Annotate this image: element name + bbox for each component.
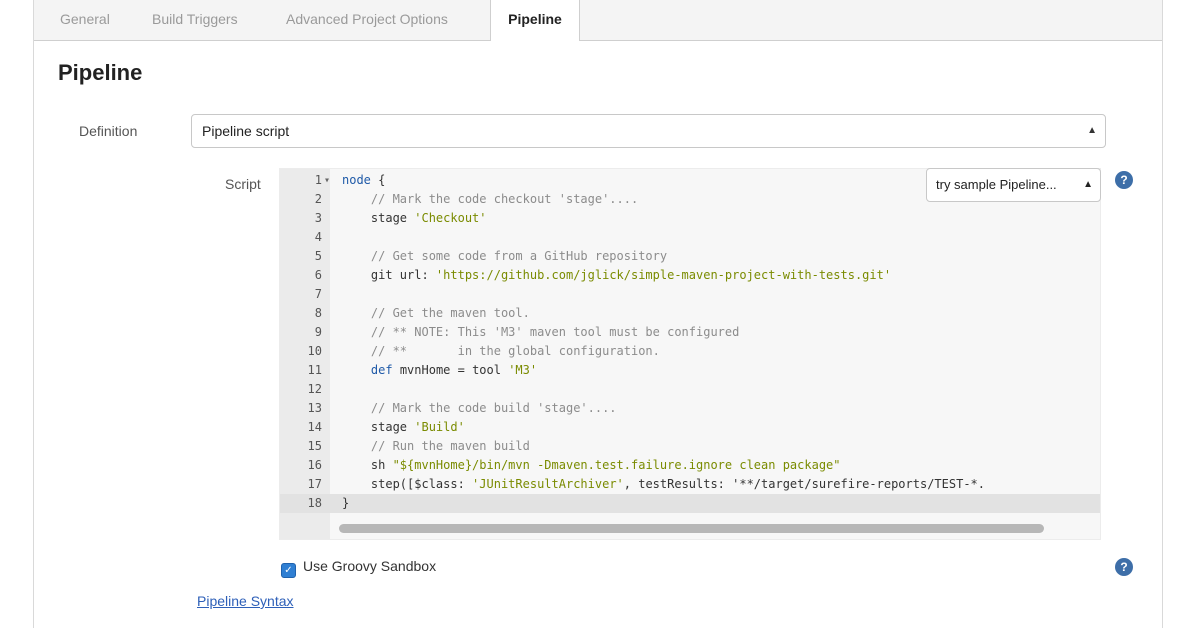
line-number: 4	[314, 230, 322, 244]
code-line[interactable]: 8 // Get the maven tool.	[280, 304, 1100, 323]
use-groovy-sandbox-label: Use Groovy Sandbox	[303, 558, 437, 574]
try-sample-pipeline-select[interactable]: try sample Pipeline... ▲	[926, 168, 1101, 202]
line-number: 16	[307, 458, 322, 472]
code-line[interactable]: 14 stage 'Build'	[280, 418, 1100, 437]
section-title: Pipeline	[58, 60, 143, 85]
line-number: 1	[314, 173, 322, 187]
code-line[interactable]: 5 // Get some code from a GitHub reposit…	[280, 247, 1100, 266]
line-number: 8	[314, 306, 322, 320]
code-text: // Mark the code build 'stage'....	[342, 401, 617, 415]
line-number: 12	[307, 382, 322, 396]
code-line[interactable]: 6 git url: 'https://github.com/jglick/si…	[280, 266, 1100, 285]
fold-arrow-icon[interactable]: ▾	[324, 171, 330, 190]
select-arrows-icon: ▲	[1087, 125, 1097, 136]
code-line[interactable]: 16 sh "${mvnHome}/bin/mvn -Dmaven.test.f…	[280, 456, 1100, 475]
tab-general[interactable]: General	[60, 0, 110, 40]
code-text: // Run the maven build	[342, 439, 530, 453]
code-line[interactable]: 12	[280, 380, 1100, 399]
pipeline-config-panel: General Build Triggers Advanced Project …	[33, 0, 1163, 628]
code-text: stage 'Build'	[342, 420, 465, 434]
code-line[interactable]: 18}	[280, 494, 1100, 513]
line-number: 14	[307, 420, 322, 434]
script-label: Script	[225, 176, 261, 192]
help-icon[interactable]: ?	[1115, 171, 1133, 189]
line-number: 15	[307, 439, 322, 453]
line-number: 6	[314, 268, 322, 282]
code-line[interactable]: 11 def mvnHome = tool 'M3'	[280, 361, 1100, 380]
line-number: 13	[307, 401, 322, 415]
script-editor[interactable]: 1 ▾ node { 2 // Mark the code checkout 'sta…	[279, 168, 1101, 540]
code-line[interactable]: 4	[280, 228, 1100, 247]
use-groovy-sandbox-checkbox[interactable]: ✓	[281, 563, 296, 578]
line-number: 11	[307, 363, 322, 377]
line-number: 5	[314, 249, 322, 263]
code-text: }	[342, 496, 350, 510]
help-icon[interactable]: ?	[1115, 558, 1133, 576]
code-line[interactable]: 9 // ** NOTE: This 'M3' maven tool must …	[280, 323, 1100, 342]
code-line[interactable]: 17 step([$class: 'JUnitResultArchiver', …	[280, 475, 1100, 494]
code-text: def mvnHome = tool 'M3'	[370, 363, 538, 377]
line-number: 18	[307, 496, 322, 510]
code-line[interactable]: 7	[280, 285, 1100, 304]
code-text: // Get some code from a GitHub repositor…	[342, 249, 668, 263]
code-text: node {	[342, 173, 386, 187]
select-arrows-icon: ▲	[1083, 179, 1093, 190]
code-text: // ** in the global configuration.	[342, 344, 660, 358]
definition-value: Pipeline script	[202, 123, 290, 139]
line-number: 3	[314, 211, 322, 225]
code-text: // Get the maven tool.	[342, 306, 530, 320]
code-line[interactable]: 13 // Mark the code build 'stage'....	[280, 399, 1100, 418]
code-text: step([$class: 'JUnitResultArchiver', tes…	[342, 477, 985, 491]
code-line[interactable]: 3 stage 'Checkout'	[280, 209, 1100, 228]
code-text: // Mark the code checkout 'stage'....	[342, 192, 639, 206]
sample-select-value: try sample Pipeline...	[936, 177, 1057, 192]
code-text: stage 'Checkout'	[342, 211, 487, 225]
config-tab-bar: General Build Triggers Advanced Project …	[34, 0, 1162, 41]
code-text: sh "${mvnHome}/bin/mvn -Dmaven.test.fail…	[342, 458, 841, 472]
definition-select[interactable]: Pipeline script ▲	[191, 114, 1106, 148]
line-number: 10	[307, 344, 322, 358]
line-number: 17	[307, 477, 322, 491]
editor-horizontal-scrollbar[interactable]	[339, 524, 1044, 533]
tab-advanced-project-options[interactable]: Advanced Project Options	[286, 0, 448, 40]
tab-pipeline[interactable]: Pipeline	[490, 0, 580, 41]
code-text: // ** NOTE: This 'M3' maven tool must be…	[342, 325, 740, 339]
line-number: 9	[314, 325, 322, 339]
tab-build-triggers[interactable]: Build Triggers	[152, 0, 238, 40]
line-number: 2	[314, 192, 322, 206]
definition-label: Definition	[79, 123, 138, 139]
line-number: 7	[314, 287, 322, 301]
code-line[interactable]: 15 // Run the maven build	[280, 437, 1100, 456]
pipeline-syntax-link[interactable]: Pipeline Syntax	[197, 593, 294, 609]
code-text: git url: 'https://github.com/jglick/simp…	[342, 268, 892, 282]
code-line[interactable]: 10 // ** in the global configuration.	[280, 342, 1100, 361]
